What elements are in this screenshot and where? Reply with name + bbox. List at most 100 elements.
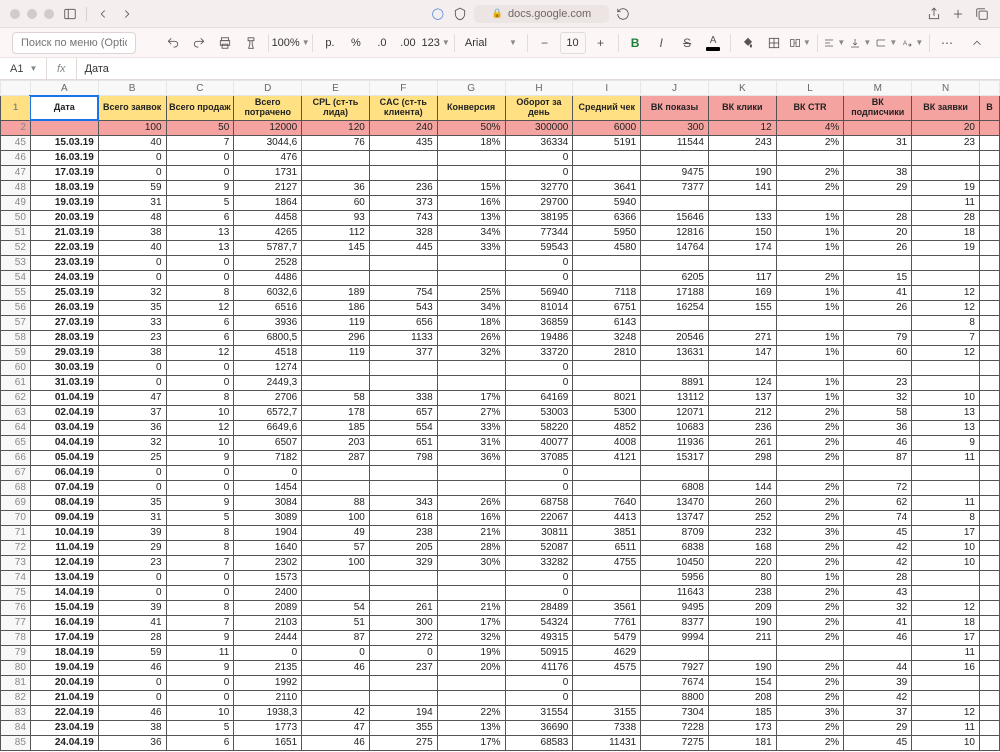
data-cell[interactable] xyxy=(302,585,370,600)
name-box[interactable]: A1▼ xyxy=(0,63,46,75)
data-cell[interactable]: 0 xyxy=(505,150,573,165)
data-cell[interactable]: 04.04.19 xyxy=(30,435,98,450)
data-cell[interactable]: 6 xyxy=(166,330,234,345)
data-cell[interactable] xyxy=(302,690,370,705)
data-cell[interactable]: 72 xyxy=(844,480,912,495)
row-header[interactable]: 51 xyxy=(1,225,31,240)
data-cell[interactable]: 37 xyxy=(844,705,912,720)
data-cell[interactable]: 31% xyxy=(437,435,505,450)
data-cell[interactable]: 23.04.19 xyxy=(30,720,98,735)
data-cell[interactable]: 7377 xyxy=(641,180,709,195)
data-cell[interactable]: 10 xyxy=(912,735,980,750)
data-cell[interactable]: 0 xyxy=(98,585,166,600)
data-cell[interactable] xyxy=(641,150,709,165)
row-header[interactable]: 57 xyxy=(1,315,31,330)
data-cell[interactable]: 32 xyxy=(98,285,166,300)
data-cell[interactable]: 1992 xyxy=(234,675,302,690)
data-cell[interactable]: 32770 xyxy=(505,180,573,195)
data-cell[interactable]: 0 xyxy=(505,375,573,390)
paint-format-button[interactable] xyxy=(240,32,262,54)
data-cell[interactable] xyxy=(708,150,776,165)
row-header[interactable]: 85 xyxy=(1,735,31,750)
header-cell-C[interactable]: Всего продаж xyxy=(166,96,234,121)
data-cell[interactable]: 32% xyxy=(437,630,505,645)
data-cell[interactable]: 21% xyxy=(437,525,505,540)
collapse-toolbar-button[interactable] xyxy=(966,32,988,54)
data-cell[interactable] xyxy=(437,255,505,270)
spreadsheet-grid[interactable]: ABCDEFGHIJKLMN1ДатаВсего заявокВсего про… xyxy=(0,80,1000,752)
data-cell[interactable]: 28 xyxy=(844,210,912,225)
data-cell[interactable]: 44 xyxy=(844,660,912,675)
print-button[interactable] xyxy=(214,32,236,54)
italic-button[interactable]: I xyxy=(650,32,672,54)
percent-button[interactable]: % xyxy=(345,32,367,54)
data-cell[interactable]: 47 xyxy=(98,390,166,405)
font-size-increase[interactable]: + xyxy=(590,32,612,54)
data-cell[interactable]: 15.03.19 xyxy=(30,135,98,150)
data-cell[interactable]: 2% xyxy=(776,510,844,525)
data-cell[interactable]: 2% xyxy=(776,405,844,420)
data-cell[interactable]: 39 xyxy=(98,525,166,540)
data-cell[interactable]: 6511 xyxy=(573,540,641,555)
data-cell[interactable]: 3561 xyxy=(573,600,641,615)
data-cell[interactable]: 18% xyxy=(437,135,505,150)
data-cell[interactable]: 338 xyxy=(369,390,437,405)
data-cell[interactable]: 11936 xyxy=(641,435,709,450)
data-cell[interactable]: 4755 xyxy=(573,555,641,570)
data-cell[interactable]: 377 xyxy=(369,345,437,360)
data-cell[interactable]: 1% xyxy=(776,345,844,360)
data-cell[interactable]: 13.04.19 xyxy=(30,570,98,585)
data-cell[interactable]: 21.04.19 xyxy=(30,690,98,705)
data-cell[interactable]: 11 xyxy=(912,450,980,465)
data-cell[interactable]: 203 xyxy=(302,435,370,450)
col-header-B[interactable]: B xyxy=(98,81,166,96)
data-cell[interactable]: 50915 xyxy=(505,645,573,660)
row-header[interactable]: 84 xyxy=(1,720,31,735)
data-cell[interactable] xyxy=(912,255,980,270)
data-cell[interactable]: 236 xyxy=(369,180,437,195)
data-cell[interactable]: 37 xyxy=(98,405,166,420)
data-cell[interactable]: 0 xyxy=(505,690,573,705)
data-cell[interactable]: 124 xyxy=(708,375,776,390)
data-cell[interactable]: 5191 xyxy=(573,135,641,150)
data-cell[interactable]: 17.03.19 xyxy=(30,165,98,180)
data-cell[interactable]: 0 xyxy=(166,150,234,165)
data-cell[interactable] xyxy=(912,585,980,600)
data-cell[interactable]: 12 xyxy=(912,345,980,360)
data-cell[interactable]: 9 xyxy=(166,180,234,195)
data-cell[interactable]: 6205 xyxy=(641,270,709,285)
borders-button[interactable] xyxy=(763,32,785,54)
data-cell[interactable]: 117 xyxy=(708,270,776,285)
data-cell[interactable]: 11 xyxy=(912,720,980,735)
data-cell[interactable]: 11 xyxy=(912,645,980,660)
data-cell[interactable]: 38 xyxy=(98,225,166,240)
data-cell[interactable]: 5940 xyxy=(573,195,641,210)
data-cell[interactable]: 36 xyxy=(844,420,912,435)
data-cell[interactable] xyxy=(776,360,844,375)
data-cell[interactable] xyxy=(302,270,370,285)
data-cell[interactable]: 26 xyxy=(844,300,912,315)
data-cell[interactable]: 17 xyxy=(912,630,980,645)
data-cell[interactable]: 6507 xyxy=(234,435,302,450)
data-cell[interactable]: 238 xyxy=(369,525,437,540)
data-cell[interactable] xyxy=(708,315,776,330)
data-cell[interactable]: 47 xyxy=(302,720,370,735)
strikethrough-button[interactable]: S xyxy=(676,32,698,54)
font-dropdown[interactable]: Arial▼ xyxy=(461,32,521,54)
data-cell[interactable]: 0 xyxy=(166,675,234,690)
text-wrap-button[interactable]: ▼ xyxy=(875,32,897,54)
data-cell[interactable]: 1651 xyxy=(234,735,302,750)
undo-button[interactable] xyxy=(162,32,184,54)
data-cell[interactable] xyxy=(708,195,776,210)
data-cell[interactable] xyxy=(708,360,776,375)
data-cell[interactable] xyxy=(302,675,370,690)
data-cell[interactable]: 11 xyxy=(912,495,980,510)
data-cell[interactable]: 3% xyxy=(776,525,844,540)
data-cell[interactable]: 190 xyxy=(708,165,776,180)
number-format-dropdown[interactable]: 123▼ xyxy=(423,32,448,54)
data-cell[interactable]: 476 xyxy=(234,150,302,165)
data-cell[interactable]: 28 xyxy=(912,210,980,225)
data-cell[interactable]: 35 xyxy=(98,300,166,315)
data-cell[interactable]: 12 xyxy=(166,420,234,435)
data-cell[interactable]: 23 xyxy=(98,330,166,345)
